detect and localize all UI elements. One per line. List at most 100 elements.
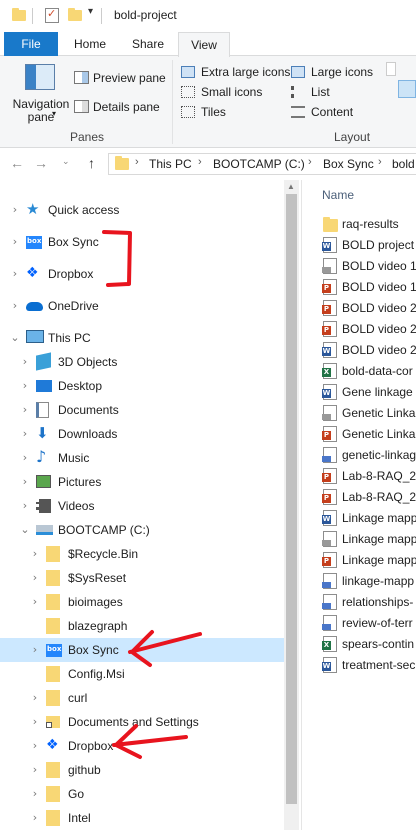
expand-chevron-right-icon[interactable]: › (20, 475, 30, 488)
file-row[interactable]: relationships- (322, 592, 416, 613)
expand-chevron-right-icon[interactable]: › (10, 203, 20, 216)
file-row[interactable]: P BOLD video 2 (322, 298, 416, 319)
nav-item-recycle-bin[interactable]: › $Recycle.Bin (0, 542, 284, 566)
expand-chevron-right-icon[interactable]: › (30, 691, 40, 704)
file-row[interactable]: Xbold-data-cor (322, 361, 416, 382)
nav-item-sysreset[interactable]: › $SysReset (0, 566, 284, 590)
small-icons-option[interactable]: Small icons (181, 84, 289, 102)
large-icons-option[interactable]: Large icons (291, 64, 381, 82)
nav-item-github[interactable]: › github (0, 758, 284, 782)
address-bar[interactable]: › This PC › BOOTCAMP (C:) › Box Sync › b… (108, 153, 416, 175)
expand-chevron-right-icon[interactable]: › (10, 267, 20, 280)
file-row[interactable]: W Gene linkage s (322, 382, 416, 403)
scroll-thumb[interactable] (286, 194, 297, 804)
file-row[interactable]: P Lab-8-RAQ_20 (322, 466, 416, 487)
file-row[interactable]: Xspears-contin (322, 634, 416, 655)
nav-item-documents[interactable]: › Documents (0, 398, 284, 422)
expand-chevron-down-icon[interactable]: ⌄ (10, 331, 20, 344)
breadcrumb-bold[interactable]: bold (392, 157, 415, 171)
expand-chevron-right-icon[interactable]: › (20, 499, 30, 512)
file-row[interactable]: review-of-terr (322, 613, 416, 634)
nav-item-onedrive[interactable]: › OneDrive (0, 294, 284, 318)
nav-item-pictures[interactable]: › Pictures (0, 470, 284, 494)
nav-item-desktop[interactable]: › Desktop (0, 374, 284, 398)
expand-chevron-right-icon[interactable]: › (30, 787, 40, 800)
expand-chevron-right-icon[interactable]: › (20, 403, 30, 416)
file-row[interactable]: W BOLD project (322, 235, 416, 256)
file-row[interactable]: Linkage mapp (322, 529, 416, 550)
expand-chevron-right-icon[interactable]: › (10, 235, 20, 248)
recent-locations-chevron-icon[interactable]: ⌄ (62, 157, 70, 167)
file-row[interactable]: linkage-mapp (322, 571, 416, 592)
tab-share[interactable]: Share (122, 32, 174, 56)
nav-item-documents-and-settings[interactable]: › Documents and Settings (0, 710, 284, 734)
new-folder-icon[interactable] (68, 8, 82, 22)
file-row[interactable]: BOLD video 1 (322, 256, 416, 277)
tab-file[interactable]: File (4, 32, 58, 56)
nav-item-dropbox[interactable]: › ❖ Dropbox (0, 734, 284, 758)
expand-chevron-right-icon[interactable]: › (30, 811, 40, 824)
file-row[interactable]: P BOLD video 2 (322, 319, 416, 340)
nav-item-box-sync[interactable]: › box Box Sync (0, 230, 284, 254)
nav-item-bioimages[interactable]: › bioimages (0, 590, 284, 614)
tab-view[interactable]: View (178, 32, 230, 57)
customize-qat-dropdown-icon[interactable]: ▾ (88, 6, 93, 17)
tiles-option[interactable]: Tiles (181, 104, 289, 122)
nav-item-music[interactable]: › ♪ Music (0, 446, 284, 470)
nav-item-this-pc[interactable]: ⌄ This PC (0, 326, 284, 350)
layout-scroll-up-icon[interactable] (386, 62, 396, 76)
properties-checkbox-icon[interactable]: ✓ (45, 7, 59, 23)
expand-chevron-right-icon[interactable]: › (20, 451, 30, 464)
expand-chevron-right-icon[interactable]: › (10, 299, 20, 312)
nav-item-bootcamp-c[interactable]: ⌄ BOOTCAMP (C:) (0, 518, 284, 542)
file-row[interactable]: Genetic Linka (322, 403, 416, 424)
expand-chevron-right-icon[interactable]: › (20, 355, 30, 368)
nav-item-quick-access[interactable]: › ★ Quick access (0, 198, 284, 222)
expand-chevron-right-icon[interactable]: › (30, 571, 40, 584)
expand-chevron-right-icon[interactable]: › (30, 547, 40, 560)
breadcrumb-this-pc[interactable]: This PC (149, 157, 192, 171)
nav-item-videos[interactable]: › Videos (0, 494, 284, 518)
nav-item-go[interactable]: › Go (0, 782, 284, 806)
navigation-pane-button[interactable]: Navigation pane ▾ (8, 62, 70, 126)
list-option[interactable]: List (291, 84, 381, 102)
nav-item-blazegraph[interactable]: blazegraph (0, 614, 284, 638)
breadcrumb-box-sync[interactable]: Box Sync (323, 157, 374, 171)
back-arrow-icon[interactable]: ← (10, 155, 24, 171)
expand-chevron-right-icon[interactable]: › (30, 739, 40, 752)
forward-arrow-icon[interactable]: → (34, 155, 48, 171)
expand-chevron-right-icon[interactable]: › (20, 379, 30, 392)
nav-item-config-msi[interactable]: Config.Msi (0, 662, 284, 686)
expand-chevron-right-icon[interactable]: › (30, 715, 40, 728)
details-pane-button[interactable]: Details pane (74, 99, 170, 117)
details-view-option-icon[interactable] (398, 80, 416, 98)
content-option[interactable]: Content (291, 104, 381, 122)
file-row[interactable]: raq-results (322, 214, 416, 235)
nav-item-curl[interactable]: › curl (0, 686, 284, 710)
nav-item-dropbox[interactable]: › ❖ Dropbox (0, 262, 284, 286)
nav-item-downloads[interactable]: › ⬇ Downloads (0, 422, 284, 446)
nav-item-3d-objects[interactable]: › 3D Objects (0, 350, 284, 374)
expand-chevron-right-icon[interactable]: › (30, 643, 40, 656)
expand-chevron-right-icon[interactable]: › (30, 595, 40, 608)
expand-chevron-right-icon[interactable]: › (30, 763, 40, 776)
file-row[interactable]: W BOLD video 2 (322, 340, 416, 361)
breadcrumb-bootcamp[interactable]: BOOTCAMP (C:) (213, 157, 305, 171)
file-row[interactable]: P BOLD video 1 (322, 277, 416, 298)
file-row[interactable]: W Linkage mapp (322, 508, 416, 529)
up-arrow-icon[interactable]: ↑ (88, 155, 95, 171)
file-row[interactable]: P Lab-8-RAQ_20 (322, 487, 416, 508)
extra-large-icons-option[interactable]: Extra large icons (181, 64, 290, 82)
expand-chevron-right-icon[interactable]: › (20, 427, 30, 440)
file-row[interactable]: P Genetic Linka (322, 424, 416, 445)
file-row[interactable]: P Linkage mapp (322, 550, 416, 571)
preview-pane-button[interactable]: Preview pane (74, 70, 170, 88)
file-row[interactable]: genetic-linkag (322, 445, 416, 466)
scroll-up-arrow-icon[interactable]: ▲ (287, 182, 295, 191)
tab-home[interactable]: Home (62, 32, 118, 56)
column-header-name[interactable]: Name (322, 188, 354, 202)
expand-chevron-down-icon[interactable]: ⌄ (20, 523, 30, 536)
nav-scrollbar[interactable]: ▲ (284, 180, 299, 830)
nav-item-box-sync[interactable]: › box Box Sync (0, 638, 284, 662)
nav-item-intel[interactable]: › Intel (0, 806, 284, 830)
